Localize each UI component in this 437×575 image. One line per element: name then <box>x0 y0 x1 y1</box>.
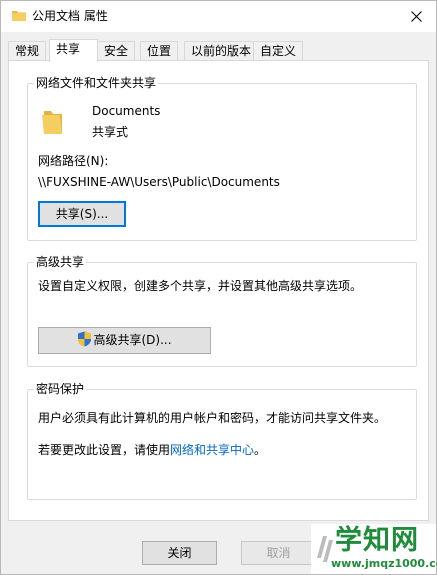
password-change-suffix: 。 <box>254 443 267 457</box>
advanced-sharing-button-label: 高级共享(D)... <box>93 333 172 347</box>
tab-general[interactable]: 常规 <box>8 41 47 61</box>
shield-icon <box>78 331 92 347</box>
password-description: 用户必须具有此计算机的用户帐户和密码，才能访问共享文件夹。 <box>38 411 387 425</box>
watermark-url: www.jmqz1000.com <box>331 557 437 570</box>
close-button[interactable] <box>396 1 436 32</box>
watermark-text: 学知网 <box>335 525 419 556</box>
tab-sharing[interactable]: 共享 <box>49 39 98 62</box>
tab-security[interactable]: 安全 <box>97 41 136 61</box>
password-protection-group: 密码保护 用户必须具有此计算机的用户帐户和密码，才能访问共享文件夹。 若要更改此… <box>27 382 417 500</box>
advanced-sharing-title: 高级共享 <box>34 255 87 269</box>
share-button[interactable]: 共享(S)... <box>38 201 126 227</box>
password-protection-title: 密码保护 <box>34 382 87 396</box>
tab-location[interactable]: 位置 <box>140 41 179 61</box>
advanced-sharing-description: 设置自定义权限，创建多个共享，并设置其他高级共享选项。 <box>38 279 363 293</box>
folder-icon <box>42 111 62 134</box>
network-sharing-center-link[interactable]: 网络和共享中心 <box>170 443 254 457</box>
password-change-prefix: 若要更改此设置，请使用 <box>38 443 171 457</box>
watermark: 学知网 www.jmqz1000.com <box>311 524 437 574</box>
folder-icon <box>12 11 26 21</box>
folder-name: Documents <box>92 104 161 118</box>
tab-customize[interactable]: 自定义 <box>253 41 304 61</box>
network-path-value: \\FUXSHINE-AW\Users\Public\Documents <box>38 175 280 189</box>
close-dialog-button[interactable]: 关闭 <box>142 541 217 565</box>
sharing-panel: 网络文件和文件夹共享 Documents 共享式 网络路径(N): \\FUXS… <box>8 60 429 521</box>
password-change-line: 若要更改此设置，请使用网络和共享中心。 <box>38 442 266 458</box>
properties-dialog: 公用文档 属性 常规 共享 安全 位置 以前的版本 自定义 网络文件和文件夹共享… <box>0 0 437 575</box>
share-state: 共享式 <box>92 125 129 139</box>
advanced-sharing-button[interactable]: 高级共享(D)... <box>38 327 211 354</box>
network-path-label: 网络路径(N): <box>38 154 109 168</box>
advanced-sharing-group: 高级共享 设置自定义权限，创建多个共享，并设置其他高级共享选项。 高级共享(D)… <box>27 255 417 367</box>
close-icon <box>410 11 422 22</box>
network-sharing-title: 网络文件和文件夹共享 <box>34 76 159 90</box>
network-sharing-group: 网络文件和文件夹共享 Documents 共享式 网络路径(N): \\FUXS… <box>27 76 417 241</box>
cancel-button[interactable]: 取消 <box>241 541 316 565</box>
title-bar[interactable]: 公用文档 属性 <box>1 1 436 32</box>
tab-strip: 常规 共享 安全 位置 以前的版本 自定义 <box>1 39 436 62</box>
tab-previous-versions[interactable]: 以前的版本 <box>184 41 259 61</box>
window-title: 公用文档 属性 <box>32 9 108 23</box>
